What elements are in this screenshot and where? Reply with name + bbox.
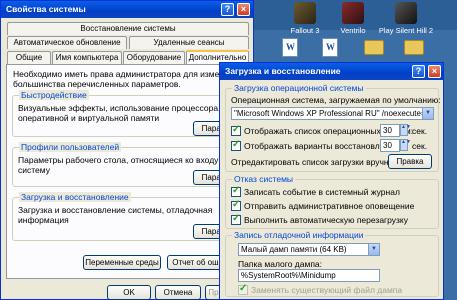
startup-recovery-titlebar[interactable]: Загрузка и восстановление [220,63,443,80]
chevron-down-icon[interactable]: ▼ [422,108,433,119]
system-failure-legend: Отказ системы [232,174,296,184]
admin-notice-text: Необходимо иметь права администратора дл… [13,69,243,89]
tab-remote-sessions[interactable]: Удаленные сеансы [129,36,249,49]
help-button[interactable]: ? [412,65,425,78]
startup-recovery-text: Загрузка и восстановление системы, отлад… [18,205,213,225]
window-title: Свойства системы [6,4,86,14]
show-os-list-seconds[interactable]: 30 [380,124,400,137]
system-properties-titlebar[interactable]: Свойства системы [1,1,253,18]
edit-button[interactable]: Правка [388,154,432,169]
show-os-list-checkbox[interactable] [231,124,241,136]
tab-computer-name[interactable]: Имя компьютера [52,51,122,64]
default-os-label: Операционная система, загружаемая по умо… [231,95,441,105]
dump-folder-label: Папка малого дампа: [238,259,323,269]
os-startup-legend: Загрузка операционной системы [232,83,366,93]
seconds-unit: сек. [412,126,428,136]
debug-info-legend: Запись отладочной информации [232,230,366,240]
user-profiles-group: Профили пользователей Параметры рабочего… [12,142,253,187]
performance-group: Быстродействие Визуальные эффекты, испол… [12,90,253,137]
tab-hardware[interactable]: Оборудование [123,51,185,64]
startup-recovery-legend: Загрузка и восстановление [19,192,131,202]
desktop-icon-ventrilo[interactable]: Ventrilo [330,2,376,35]
tab-system-restore[interactable]: Восстановление системы [7,22,249,35]
system-failure-group: Отказ системы Записать событие в системн… [225,174,439,229]
overwrite-dump-checkbox[interactable] [238,283,248,295]
spinner-icon[interactable]: ▲▼ [400,124,411,136]
environment-variables-button[interactable]: Переменные среды [83,255,161,270]
system-properties-window: Свойства системы ? × Восстановление сист… [0,0,254,300]
seconds-unit: сек. [412,141,428,151]
performance-legend: Быстродействие [19,90,89,100]
show-recovery-seconds[interactable]: 30 [380,139,400,152]
close-button[interactable]: × [237,3,250,16]
auto-restart-label: Выполнить автоматическую перезагрузку [244,215,408,225]
game-fallout-icon [294,2,316,24]
word-document-icon[interactable] [322,38,338,57]
ok-button[interactable]: OK [107,285,151,300]
tab-automatic-updates[interactable]: Автоматическое обновление [7,36,127,49]
dump-folder-input[interactable]: %SystemRoot%\Minidump [238,269,380,282]
desktop-icon-label: Ventrilo [340,26,366,35]
folder-icon[interactable] [364,40,384,55]
dump-type-select[interactable]: Малый дамп памяти (64 KB) ▼ [238,243,380,256]
dump-type-value: Малый дамп памяти (64 KB) [241,245,347,254]
show-recovery-checkbox[interactable] [231,139,241,151]
startup-recovery-dialog: Загрузка и восстановление ? × Загрузка о… [219,62,444,300]
advanced-tab-panel: Необходимо иметь права администратора дл… [6,64,253,279]
close-button[interactable]: × [428,65,441,78]
desktop-icon-fallout[interactable]: Fallout 3 [282,2,328,35]
performance-text: Визуальные эффекты, использование процес… [18,103,221,123]
os-startup-group: Загрузка операционной системы Операционн… [225,83,441,172]
desktop-icon-label: Play Silent Hill 2 [378,26,434,35]
send-alert-label: Отправить административное оповещение [244,201,415,211]
help-button[interactable]: ? [221,3,234,16]
default-os-value: "Microsoft Windows XP Professional RU" /… [234,109,433,118]
edit-boot-list-label: Отредактировать список загрузки вручную: [231,157,402,167]
folder-icon[interactable] [404,40,424,55]
show-recovery-label: Отображать варианты восстановления: [244,141,401,151]
debug-info-group: Запись отладочной информации Малый дамп … [225,230,439,297]
game-ventrilo-icon [342,2,364,24]
write-event-checkbox[interactable] [231,185,241,197]
send-alert-checkbox[interactable] [231,199,241,211]
desktop-icon-label: Fallout 3 [290,26,320,35]
user-profiles-legend: Профили пользователей [19,142,122,152]
cancel-button[interactable]: Отмена [155,285,201,300]
overwrite-dump-label: Заменять существующий файл дампа [251,285,403,295]
word-document-icon[interactable] [282,38,298,57]
spinner-icon[interactable]: ▲▼ [400,139,411,151]
startup-recovery-group: Загрузка и восстановление Загрузка и вос… [12,192,253,241]
desktop-icon-silenthill[interactable]: Play Silent Hill 2 [378,2,434,35]
dialog-title: Загрузка и восстановление [225,66,341,76]
chevron-down-icon[interactable]: ▼ [368,244,379,255]
tab-general[interactable]: Общие [7,51,51,64]
write-event-label: Записать событие в системный журнал [244,187,400,197]
auto-restart-checkbox[interactable] [231,213,241,225]
game-silenthill-icon [395,2,417,24]
default-os-select[interactable]: "Microsoft Windows XP Professional RU" /… [231,107,434,120]
